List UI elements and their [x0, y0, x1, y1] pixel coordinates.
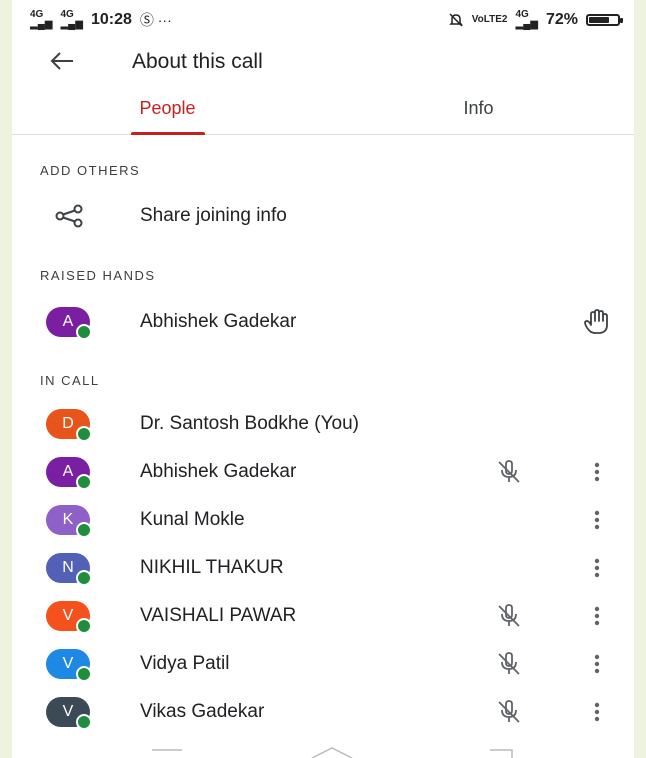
- system-nav-bar: [152, 747, 513, 758]
- tab-bar: People Info: [12, 84, 634, 135]
- app-bar: About this call: [12, 40, 634, 84]
- phone-screen: 4G ▂▄▆ 4G ▂▄▆ 10:28 Ⓢ ··· VoLTE2 4G ▂▄▆ 72%: [12, 0, 634, 758]
- section-header-raised-hands: RAISED HANDS: [40, 268, 156, 283]
- arrow-back-icon[interactable]: [30, 47, 94, 78]
- notification-icons: Ⓢ ···: [139, 12, 172, 28]
- avatar: V: [46, 649, 92, 682]
- participant-row[interactable]: D Dr. Santosh Bodkhe (You): [12, 404, 634, 444]
- participant-name: VAISHALI PAWAR: [140, 605, 297, 626]
- online-indicator: [76, 570, 92, 586]
- avatar: A: [46, 457, 92, 490]
- raised-hand-icon[interactable]: [582, 308, 612, 336]
- avatar-initial: V: [62, 655, 74, 672]
- avatar: D: [46, 409, 92, 442]
- participant-name: Abhishek Gadekar: [140, 461, 297, 482]
- mute-notifications-icon: [448, 13, 463, 27]
- share-joining-info-row[interactable]: Share joining info: [12, 196, 634, 236]
- page-title: About this call: [132, 50, 263, 73]
- participant-row[interactable]: K Kunal Mokle: [12, 500, 634, 540]
- mic-off-icon[interactable]: [496, 459, 522, 485]
- avatar-initial: N: [62, 559, 74, 576]
- participant-name: Abhishek Gadekar: [140, 311, 297, 332]
- participant-name: Vidya Patil: [140, 653, 230, 674]
- online-indicator: [76, 426, 92, 442]
- signal-3-icon: 4G ▂▄▆: [515, 9, 538, 30]
- signal-2-icon: 4G ▂▄▆: [60, 9, 83, 30]
- more-vert-icon[interactable]: [594, 462, 600, 482]
- status-bar: 4G ▂▄▆ 4G ▂▄▆ 10:28 Ⓢ ··· VoLTE2 4G ▂▄▆ 72%: [12, 0, 634, 40]
- participant-row[interactable]: V Vidya Patil: [12, 644, 634, 684]
- signal-1-icon: 4G ▂▄▆: [30, 9, 53, 30]
- participant-name: Kunal Mokle: [140, 509, 245, 530]
- more-vert-icon[interactable]: [594, 510, 600, 530]
- online-indicator: [76, 522, 92, 538]
- battery-icon: [586, 14, 623, 26]
- online-indicator: [76, 714, 92, 730]
- online-indicator: [76, 618, 92, 634]
- participant-name: NIKHIL THAKUR: [140, 557, 284, 578]
- participant-row[interactable]: A Abhishek Gadekar: [12, 452, 634, 492]
- participant-row[interactable]: V Vikas Gadekar: [12, 692, 634, 732]
- avatar-initial: A: [62, 313, 74, 330]
- tab-people-label: People: [139, 98, 196, 118]
- participant-row[interactable]: N NIKHIL THAKUR: [12, 548, 634, 588]
- section-header-in-call: IN CALL: [40, 373, 100, 388]
- tab-info-label: Info: [463, 98, 494, 118]
- avatar: K: [46, 505, 92, 538]
- more-vert-icon[interactable]: [594, 654, 600, 674]
- participant-row[interactable]: V VAISHALI PAWAR: [12, 596, 634, 636]
- section-header-add-others: ADD OTHERS: [40, 163, 141, 178]
- avatar-initial: V: [62, 703, 74, 720]
- participant-name: Dr. Santosh Bodkhe (You): [140, 413, 359, 434]
- mic-off-icon[interactable]: [496, 603, 522, 629]
- avatar: A: [46, 307, 92, 340]
- battery-fill: [589, 17, 610, 23]
- raised-hand-row[interactable]: A Abhishek Gadekar: [12, 302, 634, 342]
- participant-name: Vikas Gadekar: [140, 701, 265, 722]
- more-vert-icon[interactable]: [594, 606, 600, 626]
- online-indicator: [76, 324, 92, 340]
- share-joining-info-label: Share joining info: [140, 205, 287, 226]
- avatar-initial: V: [62, 607, 74, 624]
- volte-label: VoLTE2: [471, 14, 508, 25]
- more-vert-icon[interactable]: [594, 702, 600, 722]
- avatar-initial: A: [62, 463, 74, 480]
- avatar-initial: K: [62, 511, 74, 528]
- mic-off-icon[interactable]: [496, 699, 522, 725]
- tab-indicator: [130, 132, 205, 135]
- online-indicator: [76, 666, 92, 682]
- avatar-initial: D: [62, 415, 74, 432]
- share-icon: [55, 204, 83, 228]
- avatar: V: [46, 697, 92, 730]
- battery-percent: 72%: [545, 11, 578, 28]
- tab-people[interactable]: People: [12, 84, 323, 135]
- status-time: 10:28: [90, 11, 132, 28]
- tab-info[interactable]: Info: [323, 84, 634, 134]
- more-vert-icon[interactable]: [594, 558, 600, 578]
- avatar: N: [46, 553, 92, 586]
- online-indicator: [76, 474, 92, 490]
- avatar: V: [46, 601, 92, 634]
- mic-off-icon[interactable]: [496, 651, 522, 677]
